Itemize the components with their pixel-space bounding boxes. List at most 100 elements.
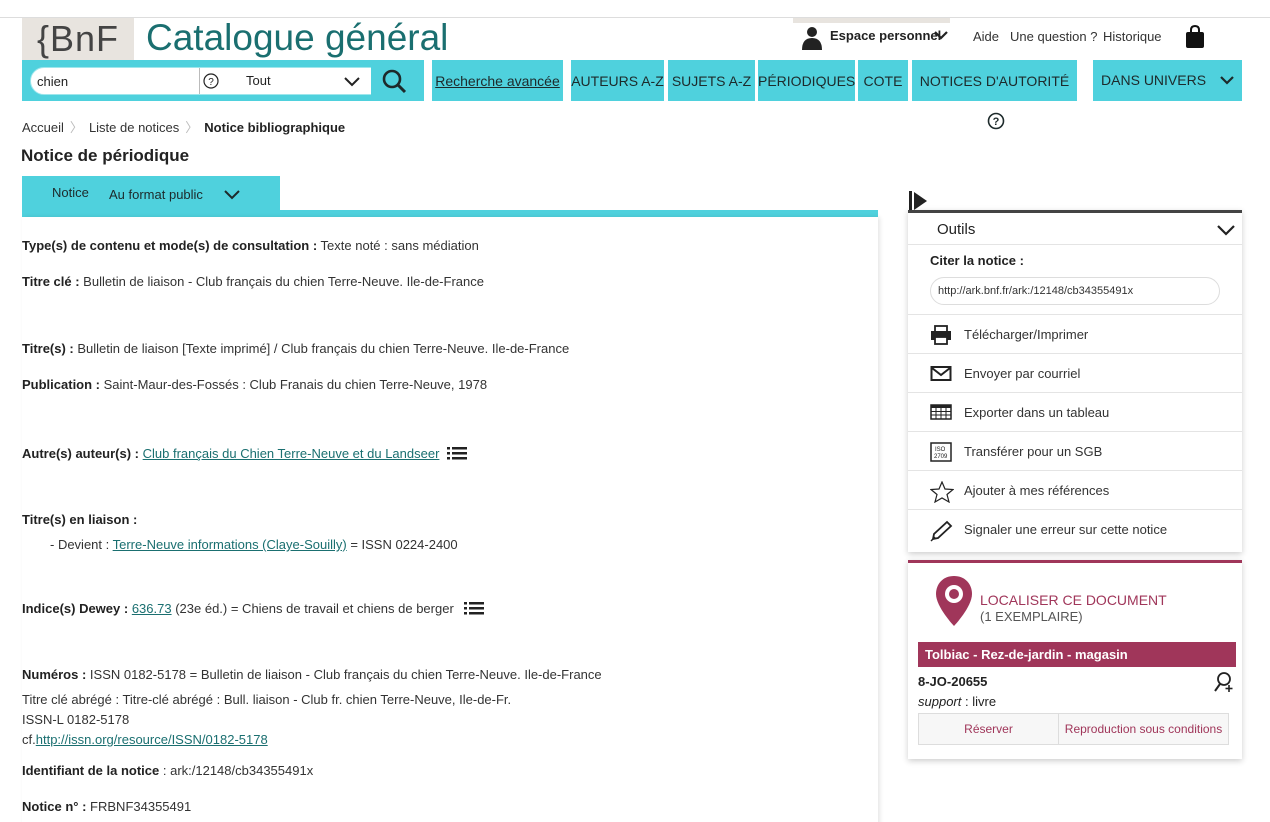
liaison-suffix: = ISSN 0224-2400: [346, 537, 458, 552]
svg-text:?: ?: [208, 77, 214, 88]
historique-link[interactable]: Historique: [1103, 29, 1162, 44]
localisation-panel: LOCALISER CE DOCUMENT (1 EXEMPLAIRE) Tol…: [908, 560, 1242, 759]
nav-auteurs-button[interactable]: AUTEURS A-Z: [571, 60, 664, 101]
tool-print[interactable]: Télécharger/Imprimer: [908, 314, 1242, 353]
nav-cote-button[interactable]: COTE: [858, 60, 908, 101]
breadcrumb-accueil[interactable]: Accueil: [22, 120, 64, 135]
breadcrumb-separator: 〉: [185, 120, 199, 135]
basket-icon[interactable]: [1185, 24, 1205, 52]
titres-value: Bulletin de liaison [Texte imprimé] / Cl…: [73, 341, 570, 356]
numeros-value: ISSN 0182-5178 = Bulletin de liaison - C…: [86, 667, 602, 682]
format-select[interactable]: Au format public: [109, 187, 203, 202]
tool-mail[interactable]: Envoyer par courriel: [908, 353, 1242, 392]
tool-mail-label: Envoyer par courriel: [964, 366, 1081, 381]
svg-text:?: ?: [993, 116, 1000, 128]
cite-url-field[interactable]: http://ark.bnf.fr/ark:/12148/cb34355491x: [930, 277, 1220, 305]
auteurs-link[interactable]: Club français du Chien Terre-Neuve et du…: [143, 446, 440, 461]
noticeno-row: Notice n° : FRBNF34355491: [22, 799, 191, 814]
outils-divider: [908, 244, 1242, 245]
issn-link[interactable]: http://issn.org/resource/ISSN/0182-5178: [36, 732, 268, 747]
breadcrumb-liste[interactable]: Liste de notices: [89, 120, 179, 135]
tool-export-label: Exporter dans un tableau: [964, 405, 1110, 420]
localiser-title[interactable]: LOCALISER CE DOCUMENT: [980, 592, 1167, 608]
reserver-button[interactable]: Réserver: [918, 713, 1059, 745]
svg-text:2709: 2709: [934, 454, 948, 460]
outils-title[interactable]: Outils: [937, 221, 975, 238]
issnl-row: ISSN-L 0182-5178: [22, 712, 130, 727]
breadcrumb-current: Notice bibliographique: [204, 120, 346, 135]
tab-underline: [22, 210, 878, 217]
search-field[interactable]: chien ? Tout: [30, 67, 393, 95]
cf-row: cf.http://issn.org/resource/ISSN/0182-51…: [22, 732, 268, 747]
search-button[interactable]: [371, 67, 417, 95]
tool-export[interactable]: Exporter dans un tableau: [908, 392, 1242, 431]
help-link[interactable]: Aide: [973, 29, 999, 44]
exemplaire-count: (1 EXEMPLAIRE): [980, 609, 1083, 624]
search-separator: [199, 68, 200, 94]
cote-value: 8-JO-20655: [918, 674, 988, 689]
titrecle-value: Bulletin de liaison - Club français du c…: [79, 274, 484, 289]
dewey-link[interactable]: 636.73: [132, 601, 172, 616]
liaison-row: Titre(s) en liaison :: [22, 512, 137, 527]
chevron-down-icon[interactable]: [344, 75, 360, 90]
site-title[interactable]: Catalogue général: [146, 16, 448, 60]
tab-notice[interactable]: Notice Au format public: [22, 176, 280, 210]
support-label: support: [918, 694, 962, 709]
bnf-logo[interactable]: {BnF: [22, 18, 134, 60]
identifiant-row: Identifiant de la notice : ark:/12148/cb…: [22, 763, 313, 778]
tab-label: Notice: [52, 185, 89, 200]
list-icon[interactable]: [463, 600, 484, 619]
tool-print-label: Télécharger/Imprimer: [964, 327, 1089, 342]
chevron-down-icon[interactable]: [1217, 224, 1235, 239]
nav-sujets-button[interactable]: SUJETS A-Z: [668, 60, 755, 101]
outils-panel: Outils Citer la notice : http://ark.bnf.…: [908, 210, 1242, 552]
univers-label: DANS UNIVERS: [1101, 72, 1207, 88]
tool-references[interactable]: Ajouter à mes références: [908, 470, 1242, 509]
univers-button[interactable]: DANS UNIVERS: [1093, 60, 1242, 101]
identifiant-value: : ark:/12148/cb34355491x: [159, 763, 314, 778]
publication-row: Publication : Saint-Maur-des-Fossés : Cl…: [22, 377, 487, 392]
noticeno-label: Notice n° :: [22, 799, 87, 814]
spreadsheet-icon: [930, 403, 952, 424]
type-value: Texte noté : sans médiation: [317, 238, 479, 253]
tool-references-label: Ajouter à mes références: [964, 483, 1110, 498]
help-icon[interactable]: ?: [203, 73, 219, 92]
pencil-icon: [930, 520, 954, 545]
titrecle-label: Titre clé :: [22, 274, 80, 289]
list-icon[interactable]: [447, 445, 468, 464]
iso2709-icon: ISO 2709: [930, 442, 952, 465]
printer-icon: [930, 325, 952, 348]
nav-autorite-button[interactable]: NOTICES D'AUTORITÉ ?: [912, 60, 1077, 130]
type-row: Type(s) de contenu et mode(s) de consult…: [22, 238, 479, 253]
nav-periodiques-button[interactable]: PÉRIODIQUES: [758, 60, 855, 101]
espace-label: Espace personnel: [830, 28, 942, 43]
noticeno-value: FRBNF34355491: [86, 799, 192, 814]
titrecle-row: Titre clé : Bulletin de liaison - Club f…: [22, 274, 484, 289]
question-link[interactable]: Une question ?: [1010, 29, 1097, 44]
abrege-row: Titre clé abrégé : Titre-clé abrégé : Bu…: [22, 692, 512, 707]
liaison-item: - Devient : Terre-Neuve informations (Cl…: [50, 537, 458, 552]
help-icon: ?: [987, 104, 1005, 147]
advanced-search-button[interactable]: Recherche avancée: [432, 60, 563, 101]
support-row: support : livre: [918, 694, 996, 709]
liaison-prefix: - Devient :: [50, 537, 113, 552]
search-icon: [381, 68, 407, 97]
dewey-suffix: (23e éd.) = Chiens de travail et chiens …: [171, 600, 454, 616]
dewey-label: Indice(s) Dewey :: [22, 600, 129, 616]
espace-personnel-button[interactable]: Espace personnel: [793, 18, 950, 60]
search-user-icon[interactable]: [1213, 671, 1235, 696]
tool-sgb[interactable]: ISO 2709 Transférer pour un SGB: [908, 431, 1242, 470]
search-scope-select[interactable]: Tout: [246, 73, 271, 88]
chevron-down-icon[interactable]: [224, 188, 240, 203]
numeros-row: Numéros : ISSN 0182-5178 = Bulletin de l…: [22, 667, 602, 682]
cf-prefix: cf.: [22, 732, 36, 747]
liaison-label: Titre(s) en liaison :: [22, 512, 138, 527]
identifiant-label: Identifiant de la notice: [22, 763, 160, 778]
breadcrumb-separator: 〉: [69, 120, 83, 135]
tool-signaler[interactable]: Signaler une erreur sur cette notice: [908, 509, 1242, 548]
search-input[interactable]: chien: [37, 74, 68, 89]
star-icon: [929, 480, 955, 506]
reproduction-button[interactable]: Reproduction sous conditions: [1058, 713, 1229, 745]
liaison-link[interactable]: Terre-Neuve informations (Claye-Souilly): [113, 537, 347, 552]
titres-row: Titre(s) : Bulletin de liaison [Texte im…: [22, 341, 569, 356]
